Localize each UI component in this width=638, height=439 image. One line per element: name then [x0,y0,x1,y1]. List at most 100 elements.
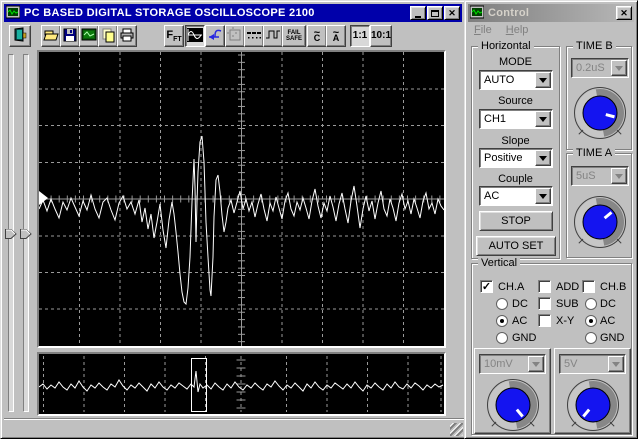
sine-wave-icon [187,27,203,45]
chevron-down-icon [532,361,540,371]
dashes-icon [246,29,262,44]
couple-value: AC [484,190,500,202]
print-button[interactable] [117,25,137,47]
slope-label: Slope [501,135,530,147]
cha-ac-radio[interactable] [496,315,508,327]
waveform-display-button[interactable] [185,25,205,47]
channel-b-slider-thumb[interactable] [20,229,32,239]
fft-button[interactable]: FFT [164,25,184,47]
capture-button[interactable] [79,25,99,47]
chevron-down-icon [539,116,547,126]
cha-scale-panel: 10mV [474,348,551,434]
menu-help[interactable]: Help [506,24,529,40]
main-window: PC BASED DIGITAL STORAGE OSCILLOSCOPE 21… [0,0,466,439]
exit-icon [12,26,28,46]
printer-icon [119,27,135,46]
copy-button[interactable] [98,25,118,47]
slope-combobox[interactable]: Positive [479,148,553,168]
chb-volt-dropdown-button [608,356,624,372]
maximize-icon [431,9,439,17]
time-a-label: TIME A [573,147,616,159]
chb-position-knob[interactable] [563,375,623,435]
stop-button[interactable]: STOP [479,211,553,231]
save-button[interactable] [60,25,80,47]
channel-a-position-slider[interactable] [5,54,17,412]
resize-grip[interactable] [450,423,463,436]
chb-gnd-radio[interactable] [585,332,597,344]
mode-label: MODE [499,56,532,68]
chb-ac-radio[interactable] [585,315,597,327]
menu-bar: File Help [469,24,633,40]
main-titlebar[interactable]: PC BASED DIGITAL STORAGE OSCILLOSCOPE 21… [4,4,462,22]
channel-c-button[interactable]: ~ C [307,25,327,47]
cha-checkbox[interactable] [480,280,493,293]
open-button[interactable] [41,25,61,47]
source-combobox[interactable]: CH1 [479,109,553,129]
xy-label: X-Y [556,315,575,327]
screen-capture-icon [81,27,97,46]
source-label: Source [498,95,533,107]
cha-ac-label: AC [512,315,528,327]
auto-set-button[interactable]: AUTO SET [476,236,556,256]
horizontal-group-label: Horizontal [478,40,534,52]
mode-dropdown-button[interactable] [535,72,551,88]
channel-a-button[interactable]: ~ A [326,25,346,47]
window-title: PC BASED DIGITAL STORAGE OSCILLOSCOPE 21… [24,7,315,19]
menu-file[interactable]: File [474,24,492,40]
add-label: ADD [556,281,580,293]
failsafe-button[interactable]: FAIL SAFE [282,25,306,47]
probe-10-1-button[interactable]: 10:1 [370,25,392,47]
couple-dropdown-button[interactable] [535,188,551,204]
chb-label: CH.B [600,281,627,293]
chevron-down-icon [615,65,623,75]
horizontal-group: Horizontal MODE AUTO Source CH1 Slope Po… [471,40,560,259]
trigger-level-marker[interactable] [39,191,48,205]
couple-label: Couple [498,173,533,185]
channel-b-position-slider[interactable] [20,54,32,412]
back-arrow-button[interactable] [205,25,225,47]
dotted-line-button[interactable] [244,25,264,47]
xy-checkbox[interactable] [538,314,551,327]
chb-checkbox[interactable] [582,280,595,293]
main-scope-display [37,50,446,348]
chevron-down-icon [539,193,547,203]
minimize-icon [415,15,421,18]
mode-combobox[interactable]: AUTO [479,70,553,90]
save-floppy-icon [62,27,78,46]
chb-dc-radio[interactable] [585,298,597,310]
chevron-down-icon [539,77,547,87]
channel-a-slider-thumb[interactable] [5,229,17,239]
time-a-value: 5uS [576,170,596,182]
minimize-button[interactable] [410,6,426,20]
sub-checkbox[interactable] [538,297,551,310]
chb-ac-label: AC [600,315,616,327]
cha-gnd-radio[interactable] [496,332,508,344]
time-b-label: TIME B [573,40,616,52]
main-waveform-plot [39,52,444,346]
time-b-knob[interactable] [570,83,630,143]
close-icon: ✕ [448,7,456,18]
probe-1-1-button[interactable]: 1:1 [350,25,370,47]
preview-strip [37,352,446,416]
zoom-selection-box[interactable] [191,358,207,412]
source-dropdown-button[interactable] [535,111,551,127]
maximize-button[interactable] [427,6,443,20]
chb-scale-panel: 5V [554,348,631,434]
chb-volt-value: 5V [564,358,578,370]
control-close-button[interactable]: ✕ [616,6,632,20]
vertical-group: Vertical CH.A ADD CH.B DC SUB DC AC X-Y … [471,257,632,435]
control-titlebar[interactable]: Control ✕ [468,4,634,22]
square-wave-button[interactable] [263,25,283,47]
couple-combobox[interactable]: AC [479,186,553,206]
tilde-a-icon: ~ A [332,27,340,43]
slope-dropdown-button[interactable] [535,150,551,166]
close-button[interactable]: ✕ [444,6,460,20]
cha-dc-radio[interactable] [496,298,508,310]
source-value: CH1 [484,113,507,125]
mode-value: AUTO [484,74,515,86]
exit-button[interactable] [9,25,31,47]
time-a-knob[interactable] [570,192,630,252]
time-b-group: TIME B 0.2uS [566,40,632,150]
cha-position-knob[interactable] [483,375,543,435]
add-checkbox[interactable] [538,280,551,293]
